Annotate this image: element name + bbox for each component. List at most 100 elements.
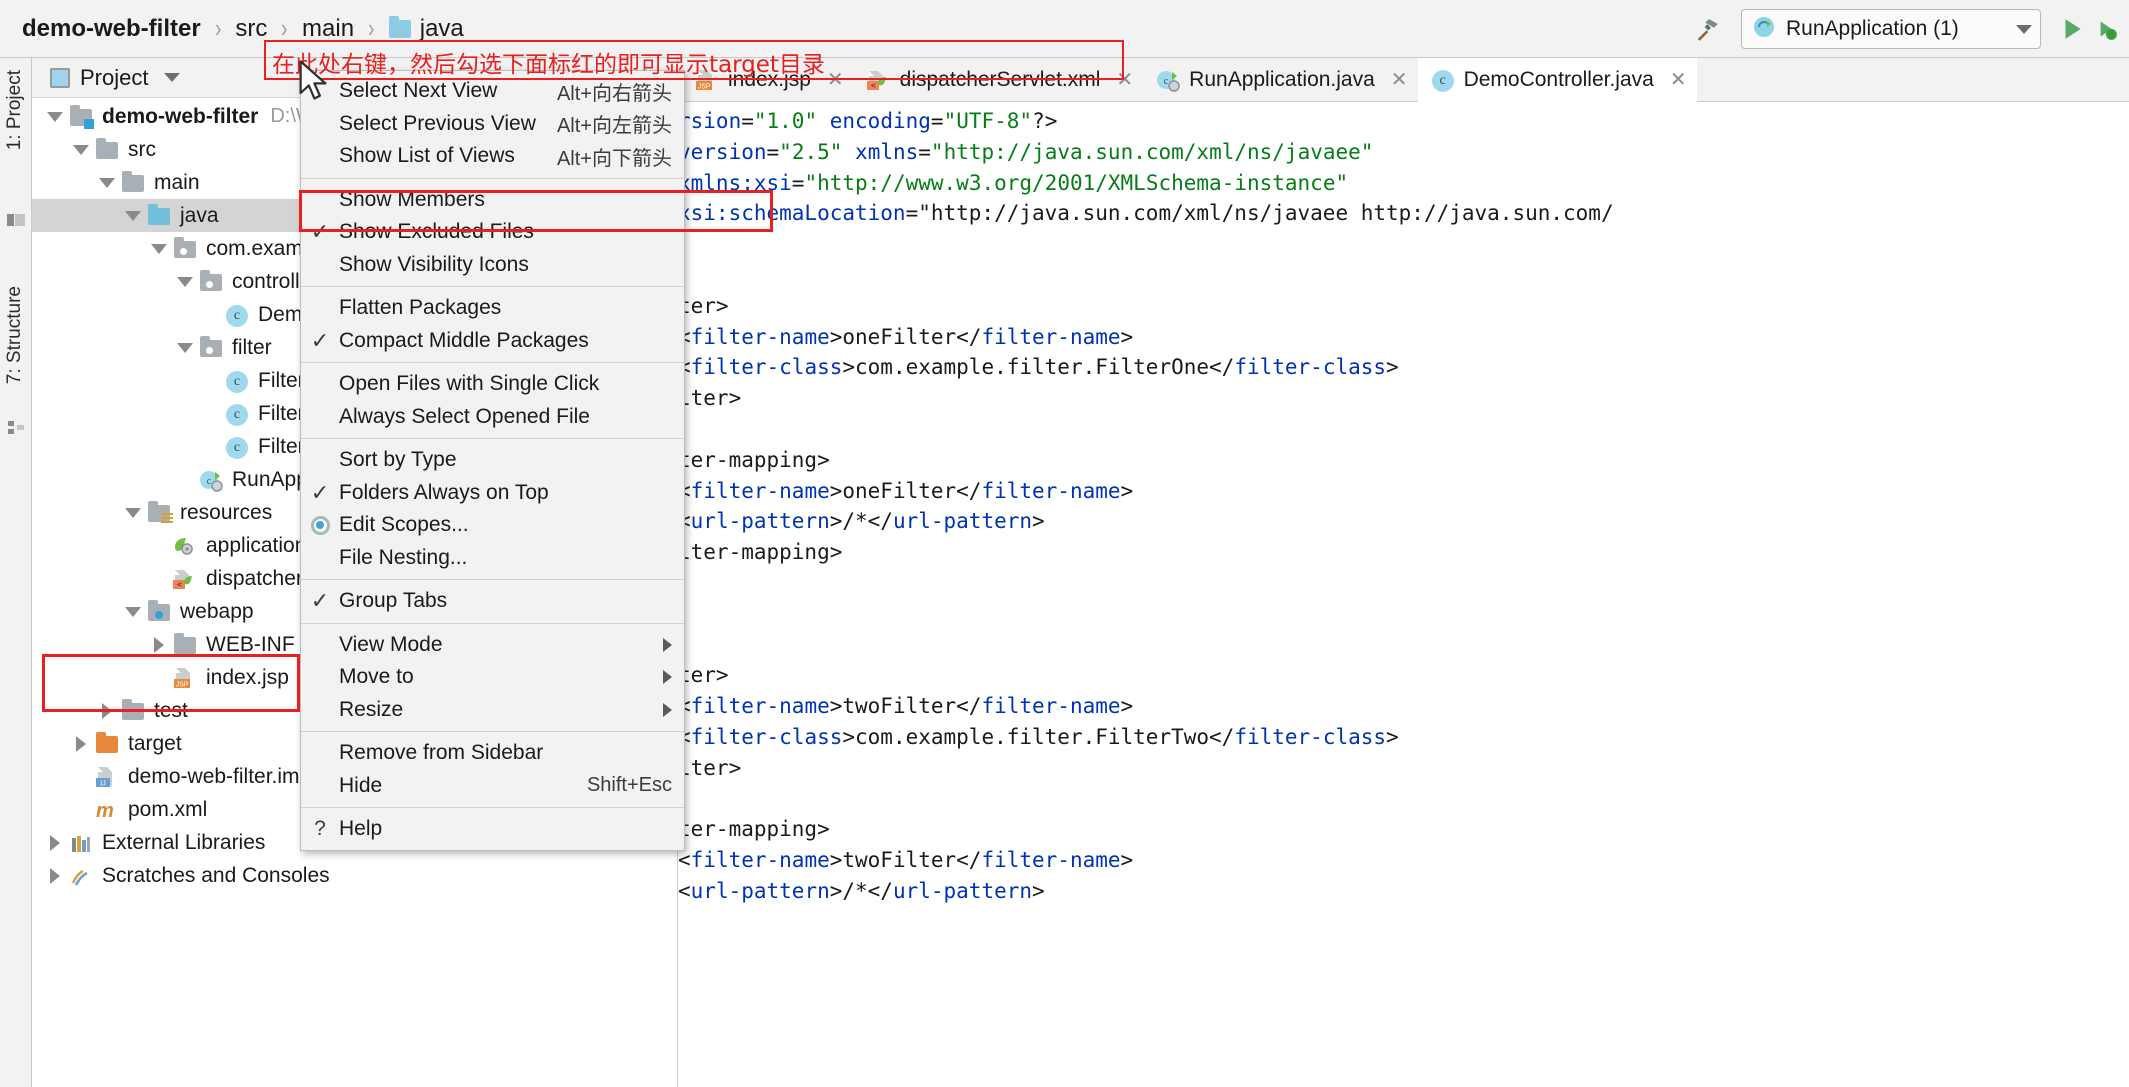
chevron-down-icon[interactable]	[120, 508, 146, 518]
tree-node-label: demo-web-filter	[102, 105, 258, 129]
breadcrumb-item-2[interactable]: main	[302, 15, 354, 43]
hammer-icon[interactable]	[1687, 7, 1731, 51]
tree-node-icon	[172, 535, 198, 557]
menu-item-move-to[interactable]: Move to	[301, 661, 684, 694]
chevron-down-icon[interactable]	[94, 178, 120, 188]
sidebar-tab-structure[interactable]: 7: Structure	[4, 286, 26, 384]
menu-item-label: Edit Scopes...	[339, 513, 672, 537]
code-line: rsion="1.0" encoding="UTF-8"?>	[678, 106, 2129, 137]
view-options-context-menu[interactable]: Select Next ViewAlt+向右箭头Select Previous …	[300, 70, 685, 851]
folder-icon	[122, 703, 144, 720]
tree-node-icon	[120, 700, 146, 722]
menu-item-flatten-packages[interactable]: Flatten Packages	[301, 292, 684, 325]
project-view-icon	[6, 210, 26, 230]
menu-item-view-mode[interactable]: View Mode	[301, 629, 684, 662]
breadcrumb-label: demo-web-filter	[22, 15, 201, 43]
excluded-folder-icon	[96, 736, 118, 753]
tab-file-icon: c	[1430, 69, 1454, 91]
breadcrumb-item-1[interactable]: src	[235, 15, 267, 43]
chevron-down-icon[interactable]	[120, 211, 146, 221]
tab-file-icon: <	[866, 69, 890, 91]
tree-node-label: filter	[232, 336, 272, 360]
menu-item-show-excluded-files[interactable]: ✓Show Excluded Files	[301, 216, 684, 249]
breadcrumb-item-0[interactable]: demo-web-filter	[22, 15, 201, 43]
menu-separator	[301, 623, 684, 624]
menu-item-select-next-view[interactable]: Select Next ViewAlt+向右箭头	[301, 75, 684, 108]
close-icon[interactable]: ✕	[1670, 67, 1687, 92]
java-class-icon: c	[226, 371, 248, 393]
chevron-right-icon	[663, 703, 672, 717]
code-text: rsion="1.0" encoding="UTF-8"?>version="2…	[678, 102, 2129, 907]
tree-node-icon	[94, 139, 120, 161]
menu-item-show-visibility-icons[interactable]: Show Visibility Icons	[301, 249, 684, 282]
menu-item-resize[interactable]: Resize	[301, 694, 684, 727]
menu-item-label: Remove from Sidebar	[339, 741, 672, 765]
tree-node-icon: <	[172, 568, 198, 590]
tree-node-label: demo-web-filter.iml	[128, 765, 304, 789]
code-line	[678, 630, 2129, 661]
sidebar-tab-project[interactable]: 1: Project	[4, 70, 26, 150]
menu-item-show-members[interactable]: Show Members	[301, 184, 684, 217]
folder-icon	[122, 175, 144, 192]
java-class-icon: c	[226, 437, 248, 459]
menu-item-hide[interactable]: HideShift+Esc	[301, 770, 684, 803]
spring-xml-file-icon: <	[172, 572, 198, 595]
tree-node-label: resources	[180, 501, 272, 525]
tree-node-scratches-and-consoles[interactable]: Scratches and Consoles	[32, 859, 677, 892]
chevron-right-icon[interactable]	[94, 703, 120, 719]
tree-node-icon	[68, 106, 94, 128]
menu-item-compact-middle-packages[interactable]: ✓Compact Middle Packages	[301, 325, 684, 358]
menu-item-remove-from-sidebar[interactable]: Remove from Sidebar	[301, 737, 684, 770]
menu-item-folders-always-on-top[interactable]: ✓Folders Always on Top	[301, 477, 684, 510]
chevron-down-icon[interactable]	[68, 145, 94, 155]
folder-icon	[174, 637, 196, 654]
tree-node-label: index.jsp	[206, 666, 289, 690]
menu-item-show-list-of-views[interactable]: Show List of ViewsAlt+向下箭头	[301, 140, 684, 173]
debug-button[interactable]	[2089, 9, 2123, 49]
annotation-note: 在此处右键，然后勾选下面标红的即可显示target目录	[272, 45, 825, 79]
code-line	[678, 568, 2129, 599]
editor-tab-democontroller-java[interactable]: cDemoController.java✕	[1418, 58, 1697, 102]
menu-item-sort-by-type[interactable]: Sort by Type	[301, 444, 684, 477]
chevron-down-icon[interactable]	[2016, 25, 2032, 34]
chevron-right-icon[interactable]	[146, 637, 172, 653]
chevron-down-icon[interactable]	[172, 343, 198, 353]
editor-tab-runapplication-java[interactable]: cRunApplication.java✕	[1143, 58, 1417, 102]
tree-node-icon: m	[94, 799, 120, 821]
structure-icon	[6, 418, 26, 438]
menu-item-edit-scopes[interactable]: Edit Scopes...	[301, 509, 684, 542]
svg-text:IJ: IJ	[100, 780, 105, 787]
package-icon	[200, 274, 222, 291]
chevron-right-icon	[663, 670, 672, 684]
close-icon[interactable]: ✕	[1391, 67, 1408, 92]
menu-item-group-tabs[interactable]: ✓Group Tabs	[301, 585, 684, 618]
external-libraries-icon	[70, 834, 90, 852]
breadcrumb-item-3[interactable]: java	[389, 15, 464, 43]
run-button[interactable]	[2055, 9, 2089, 49]
run-configuration-selector[interactable]: RunApplication (1)	[1741, 9, 2041, 49]
chevron-down-icon[interactable]	[164, 73, 180, 82]
menu-item-label: Compact Middle Packages	[339, 329, 672, 353]
java-class-icon: c	[226, 404, 248, 426]
close-icon[interactable]: ✕	[1116, 67, 1133, 92]
chevron-right-icon[interactable]	[68, 736, 94, 752]
chevron-down-icon[interactable]	[42, 112, 68, 122]
code-line: <url-pattern>/*</url-pattern>	[678, 876, 2129, 907]
code-line: <filter-name>oneFilter</filter-name>	[678, 476, 2129, 507]
code-line: <filter-name>oneFilter</filter-name>	[678, 322, 2129, 353]
code-line	[678, 260, 2129, 291]
menu-item-file-nesting[interactable]: File Nesting...	[301, 542, 684, 575]
chevron-down-icon[interactable]	[146, 244, 172, 254]
code-editor[interactable]: rsion="1.0" encoding="UTF-8"?>version="2…	[678, 102, 2129, 1087]
chevron-down-icon[interactable]	[172, 277, 198, 287]
menu-item-always-select-opened-file[interactable]: Always Select Opened File	[301, 401, 684, 434]
menu-item-select-previous-view[interactable]: Select Previous ViewAlt+向左箭头	[301, 108, 684, 141]
editor-tab-dispatcherservlet-xml[interactable]: <dispatcherServlet.xml✕	[854, 58, 1144, 102]
chevron-right-icon[interactable]	[42, 868, 68, 884]
close-icon[interactable]: ✕	[827, 67, 844, 92]
menu-item-help[interactable]: ?Help	[301, 813, 684, 846]
spring-yaml-icon	[172, 539, 198, 562]
menu-item-open-files-with-single-click[interactable]: Open Files with Single Click	[301, 368, 684, 401]
chevron-down-icon[interactable]	[120, 607, 146, 617]
chevron-right-icon[interactable]	[42, 835, 68, 851]
